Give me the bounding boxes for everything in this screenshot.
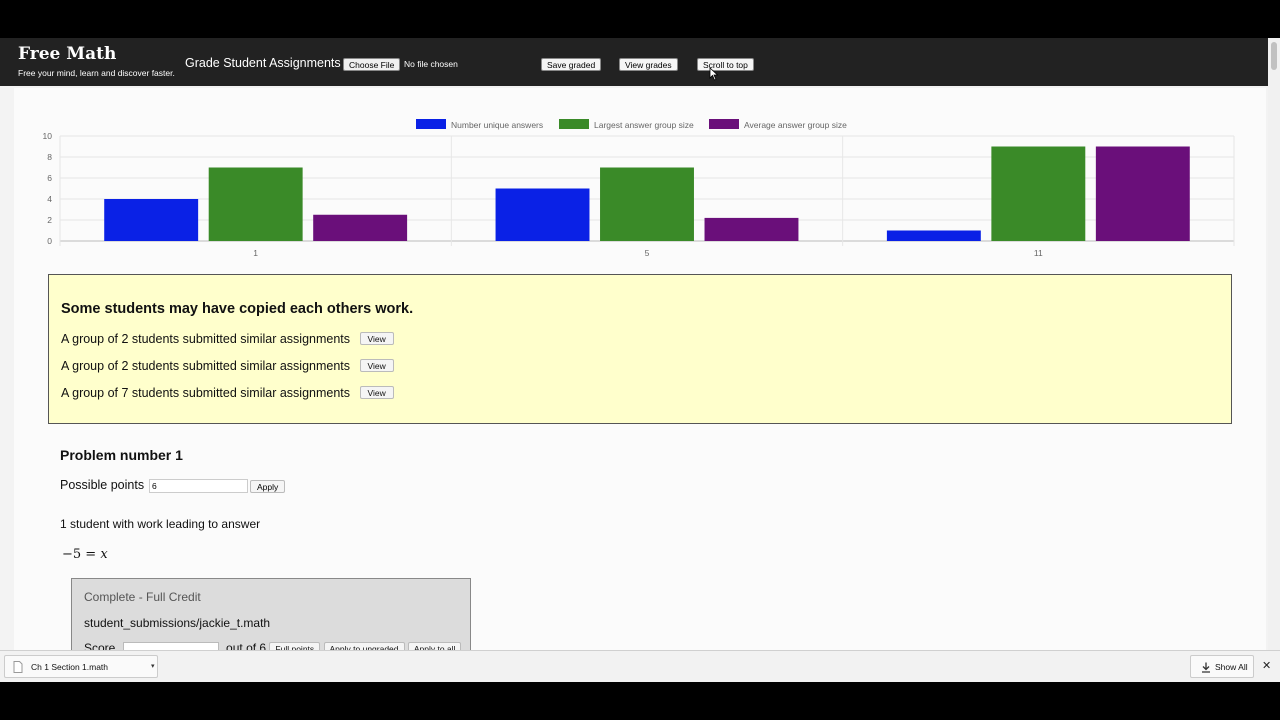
file-icon <box>13 661 23 673</box>
chart-bar <box>313 214 408 241</box>
apply-points-button[interactable]: Apply <box>250 480 286 493</box>
close-icon[interactable]: ✕ <box>1262 659 1271 672</box>
scroll-to-top-button[interactable]: Scroll to top <box>697 58 754 71</box>
chart-bar <box>208 167 303 241</box>
y-tick-label: 10 <box>43 131 53 141</box>
app-tagline: Free your mind, learn and discover faste… <box>18 68 175 78</box>
similar-group-row: A group of 7 students submitted similar … <box>61 386 394 400</box>
chart-bar <box>600 167 694 241</box>
y-tick-label: 8 <box>47 152 52 162</box>
submission-filename: student_submissions/jackie_t.math <box>84 616 271 630</box>
grade-assignments-label: Grade Student Assignments <box>185 56 341 70</box>
answer-rhs: x <box>100 547 108 562</box>
view-group-button[interactable]: View <box>359 386 394 399</box>
legend-swatch <box>559 119 589 129</box>
view-group-button[interactable]: View <box>359 359 394 372</box>
download-item[interactable]: Ch 1 Section 1.math ▾ <box>4 655 158 678</box>
x-tick-label: 1 <box>253 248 258 258</box>
view-group-button[interactable]: View <box>359 332 394 345</box>
legend-label: Largest answer group size <box>594 120 694 130</box>
chart-bar <box>1095 146 1190 241</box>
page-scrollbar[interactable] <box>1268 38 1280 682</box>
legend-swatch <box>416 119 446 129</box>
similar-group-text: A group of 2 students submitted similar … <box>61 332 351 346</box>
grading-page: Number unique answers Largest answer grou… <box>14 88 1266 682</box>
legend-label: Number unique answers <box>451 120 543 130</box>
mouse-cursor-icon <box>709 67 719 81</box>
problem-title: Problem number 1 <box>60 447 183 463</box>
download-filename: Ch 1 Section 1.math <box>31 662 109 672</box>
copy-warning-box: Some students may have copied each other… <box>48 274 1232 424</box>
similar-group-text: A group of 2 students submitted similar … <box>61 359 351 373</box>
answer-equals: = <box>81 547 101 562</box>
view-grades-button[interactable]: View grades <box>619 58 678 71</box>
legend-label: Average answer group size <box>744 120 847 130</box>
legend-swatch <box>709 119 739 129</box>
similar-group-row: A group of 2 students submitted similar … <box>61 359 394 373</box>
similar-group-text: A group of 7 students submitted similar … <box>61 386 351 400</box>
chart-bar <box>495 188 590 241</box>
answer-stats-chart: Number unique answers Largest answer grou… <box>43 119 1235 258</box>
possible-points-input[interactable]: 6 <box>149 479 248 493</box>
browser-viewport: Free Math Free your mind, learn and disc… <box>0 38 1280 682</box>
choose-file-button[interactable]: Choose File <box>343 58 401 71</box>
file-status-text: No file chosen <box>404 59 458 69</box>
chart-bar <box>991 146 1086 241</box>
chart-legend: Number unique answers Largest answer grou… <box>416 119 847 130</box>
downloads-bar: Ch 1 Section 1.math ▾ Show All ✕ <box>0 650 1280 682</box>
answer-group-label: 1 student with work leading to answer <box>60 517 261 531</box>
scrollbar-thumb[interactable] <box>1271 42 1277 70</box>
y-tick-label: 2 <box>47 215 52 225</box>
y-tick-label: 0 <box>47 236 52 246</box>
show-all-downloads-button[interactable]: Show All <box>1190 655 1254 678</box>
possible-points-label: Possible points <box>60 478 145 492</box>
similar-group-row: A group of 2 students submitted similar … <box>61 332 394 346</box>
submission-status: Complete - Full Credit <box>84 590 201 604</box>
chart-bar <box>104 199 199 241</box>
y-tick-label: 6 <box>47 173 52 183</box>
answer-expression: −5 = x <box>62 547 108 562</box>
x-tick-label: 11 <box>1034 248 1043 258</box>
download-icon <box>1202 662 1210 673</box>
x-tick-label: 5 <box>645 248 650 258</box>
chart-bar <box>704 217 799 241</box>
chart-bar <box>886 230 981 241</box>
app-header: Free Math Free your mind, learn and disc… <box>0 38 1280 86</box>
chart-bars <box>104 146 1190 241</box>
y-tick-label: 4 <box>47 194 52 204</box>
show-all-label: Show All <box>1215 662 1248 672</box>
answer-lhs: −5 <box>62 547 82 562</box>
app-title: Free Math <box>18 44 117 64</box>
copy-warning-title: Some students may have copied each other… <box>61 301 414 317</box>
save-graded-button[interactable]: Save graded <box>541 58 602 71</box>
chevron-down-icon[interactable]: ▾ <box>151 662 155 670</box>
